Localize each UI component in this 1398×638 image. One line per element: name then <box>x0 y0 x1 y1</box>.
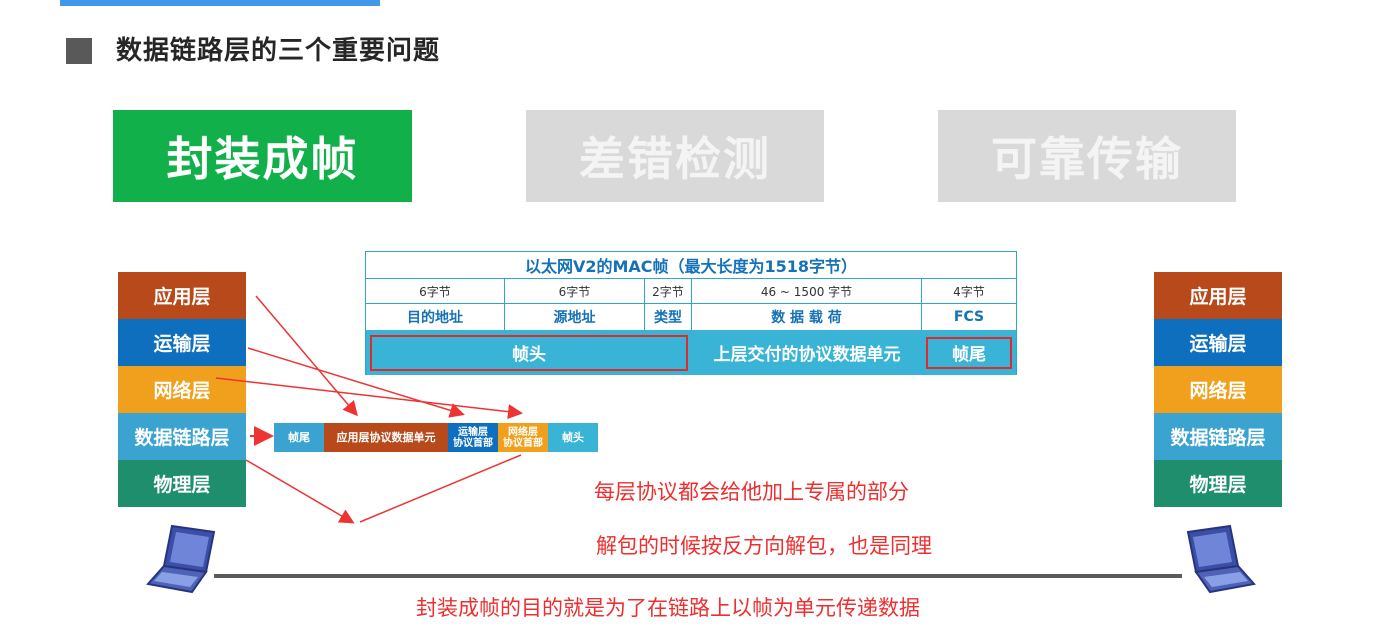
arrow-net-to-pdu <box>215 377 523 420</box>
arrow-trans-to-pdu <box>247 347 465 418</box>
arrow-pdu-trailer-down <box>359 454 522 523</box>
note-decapsulation: 解包的时候按反方向解包，也是同理 <box>596 534 932 558</box>
note-framing-purpose: 封装成帧的目的就是为了在链路上以帧为单元传递数据 <box>416 596 920 620</box>
arrow-phy-down <box>245 459 355 524</box>
physical-link-line <box>214 574 1182 578</box>
laptop-icon <box>146 524 216 594</box>
note-each-layer: 每层协议都会给他加上专属的部分 <box>594 480 909 504</box>
laptop-icon <box>1186 524 1256 594</box>
